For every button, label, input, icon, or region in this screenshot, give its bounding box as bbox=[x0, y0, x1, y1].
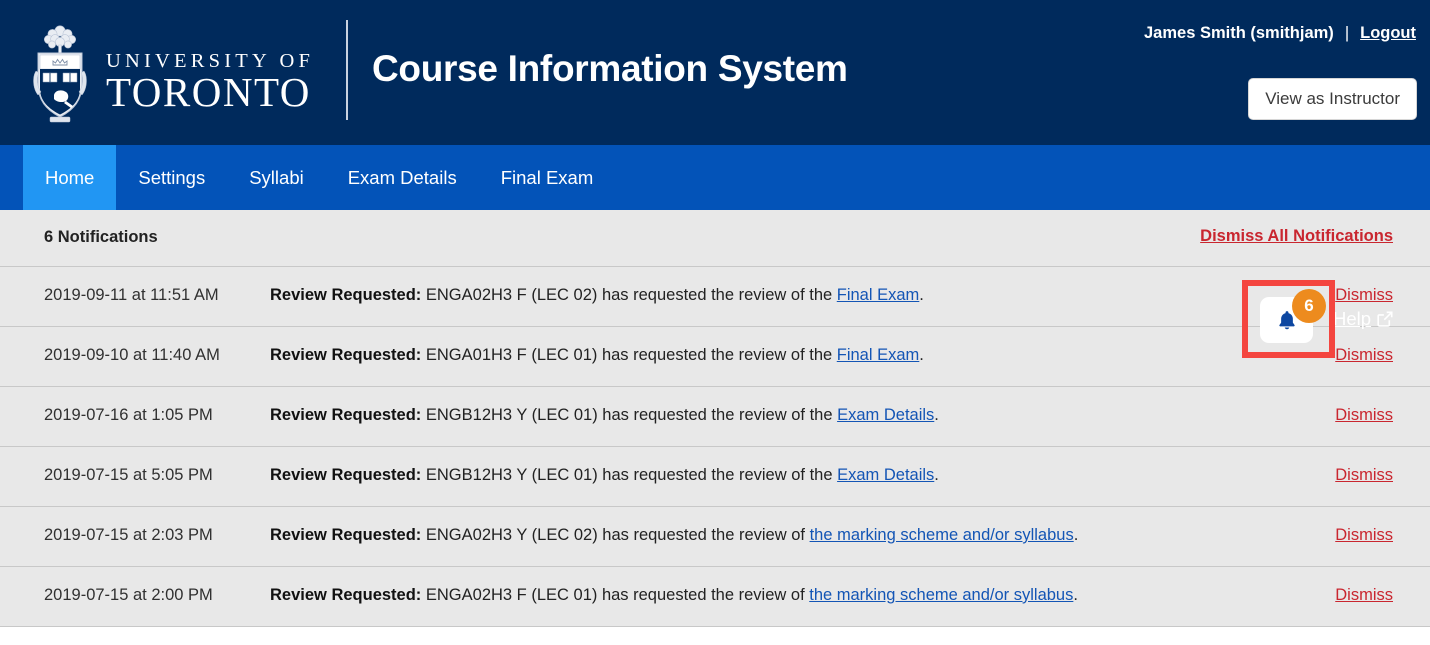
page-header: UNIVERSITY OF TORONTO Course Information… bbox=[0, 0, 1430, 145]
notification-body-before: ENGB12H3 Y (LEC 01) has requested the re… bbox=[421, 406, 837, 424]
notification-body-before: ENGA02H3 F (LEC 01) has requested the re… bbox=[421, 586, 809, 604]
notification-link[interactable]: Final Exam bbox=[837, 286, 920, 304]
notification-body-after: . bbox=[1073, 586, 1078, 604]
notification-link[interactable]: Final Exam bbox=[837, 346, 920, 364]
notification-body-after: . bbox=[919, 346, 924, 364]
notification-body-after: . bbox=[1074, 526, 1079, 544]
nav-item-syllabi[interactable]: Syllabi bbox=[227, 145, 326, 210]
university-of-toronto-crest-icon bbox=[28, 19, 92, 125]
notification-link[interactable]: Exam Details bbox=[837, 466, 934, 484]
dismiss-link[interactable]: Dismiss bbox=[1335, 286, 1393, 305]
notification-date: 2019-07-15 at 2:00 PM bbox=[44, 586, 213, 605]
notification-body-before: ENGA02H3 F (LEC 02) has requested the re… bbox=[421, 286, 836, 304]
dismiss-link[interactable]: Dismiss bbox=[1335, 586, 1393, 605]
notification-link[interactable]: Exam Details bbox=[837, 406, 934, 424]
notification-lead: Review Requested: bbox=[270, 466, 421, 484]
user-name-label: James Smith (smithjam) bbox=[1144, 24, 1334, 43]
dismiss-link[interactable]: Dismiss bbox=[1335, 526, 1393, 545]
main-navigation: Home Settings Syllabi Exam Details Final… bbox=[0, 145, 1430, 210]
notifications-count-label: 6 Notifications bbox=[44, 228, 158, 247]
notification-date: 2019-07-15 at 2:03 PM bbox=[44, 526, 213, 545]
header-divider bbox=[346, 20, 348, 120]
table-row: 2019-07-15 at 2:03 PM Review Requested: … bbox=[0, 507, 1430, 567]
user-session-bar: James Smith (smithjam) | Logout bbox=[1144, 24, 1416, 43]
nav-item-exam-details[interactable]: Exam Details bbox=[326, 145, 479, 210]
notifications-badge-count: 6 bbox=[1292, 289, 1326, 323]
notification-message: Review Requested: ENGB12H3 Y (LEC 01) ha… bbox=[270, 406, 939, 425]
notification-message: Review Requested: ENGA02H3 Y (LEC 02) ha… bbox=[270, 526, 1078, 545]
table-row: 2019-07-15 at 2:00 PM Review Requested: … bbox=[0, 567, 1430, 627]
notification-date: 2019-07-15 at 5:05 PM bbox=[44, 466, 213, 485]
help-label: Help bbox=[1333, 308, 1371, 330]
dismiss-link[interactable]: Dismiss bbox=[1335, 346, 1393, 365]
notification-date: 2019-07-16 at 1:05 PM bbox=[44, 406, 213, 425]
table-row: 2019-07-15 at 5:05 PM Review Requested: … bbox=[0, 447, 1430, 507]
university-logo: UNIVERSITY OF TORONTO bbox=[28, 12, 314, 132]
notifications-header: 6 Notifications Dismiss All Notification… bbox=[0, 210, 1430, 267]
notification-body-after: . bbox=[919, 286, 924, 304]
notification-link[interactable]: the marking scheme and/or syllabus bbox=[810, 526, 1074, 544]
notification-lead: Review Requested: bbox=[270, 586, 421, 604]
notification-message: Review Requested: ENGB12H3 Y (LEC 01) ha… bbox=[270, 466, 939, 485]
notification-lead: Review Requested: bbox=[270, 526, 421, 544]
notification-body-after: . bbox=[934, 406, 939, 424]
notification-lead: Review Requested: bbox=[270, 406, 421, 424]
notification-body-before: ENGA02H3 Y (LEC 02) has requested the re… bbox=[421, 526, 809, 544]
nav-item-home[interactable]: Home bbox=[23, 145, 116, 210]
user-separator: | bbox=[1345, 24, 1349, 43]
table-row: 2019-09-11 at 11:51 AM Review Requested:… bbox=[0, 267, 1430, 327]
notification-lead: Review Requested: bbox=[270, 286, 421, 304]
notification-body-after: . bbox=[934, 466, 939, 484]
notification-message: Review Requested: ENGA02H3 F (LEC 01) ha… bbox=[270, 586, 1078, 605]
notification-message: Review Requested: ENGA01H3 F (LEC 01) ha… bbox=[270, 346, 924, 365]
nav-item-final-exam[interactable]: Final Exam bbox=[479, 145, 616, 210]
nav-item-settings[interactable]: Settings bbox=[116, 145, 227, 210]
table-row: 2019-09-10 at 11:40 AM Review Requested:… bbox=[0, 327, 1430, 387]
view-as-instructor-button[interactable]: View as Instructor bbox=[1248, 78, 1417, 120]
wordmark-line1: UNIVERSITY OF bbox=[106, 51, 314, 72]
notification-message: Review Requested: ENGA02H3 F (LEC 02) ha… bbox=[270, 286, 924, 305]
dismiss-all-notifications-link[interactable]: Dismiss All Notifications bbox=[1200, 227, 1393, 246]
notification-link[interactable]: the marking scheme and/or syllabus bbox=[809, 586, 1073, 604]
dismiss-link[interactable]: Dismiss bbox=[1335, 466, 1393, 485]
notifications-panel: 6 Notifications Dismiss All Notification… bbox=[0, 210, 1430, 627]
notification-body-before: ENGA01H3 F (LEC 01) has requested the re… bbox=[421, 346, 836, 364]
dismiss-link[interactable]: Dismiss bbox=[1335, 406, 1393, 425]
notification-body-before: ENGB12H3 Y (LEC 01) has requested the re… bbox=[421, 466, 837, 484]
notification-lead: Review Requested: bbox=[270, 346, 421, 364]
table-row: 2019-07-16 at 1:05 PM Review Requested: … bbox=[0, 387, 1430, 447]
help-link[interactable]: Help bbox=[1333, 308, 1393, 330]
logout-link[interactable]: Logout bbox=[1360, 24, 1416, 43]
notification-date: 2019-09-10 at 11:40 AM bbox=[44, 346, 220, 365]
university-wordmark: UNIVERSITY OF TORONTO bbox=[106, 31, 314, 114]
nav-item-list: Home Settings Syllabi Exam Details Final… bbox=[23, 145, 615, 210]
page-title: Course Information System bbox=[372, 48, 848, 90]
notification-date: 2019-09-11 at 11:51 AM bbox=[44, 286, 219, 305]
wordmark-line2: TORONTO bbox=[106, 72, 314, 113]
external-link-icon bbox=[1377, 311, 1393, 327]
